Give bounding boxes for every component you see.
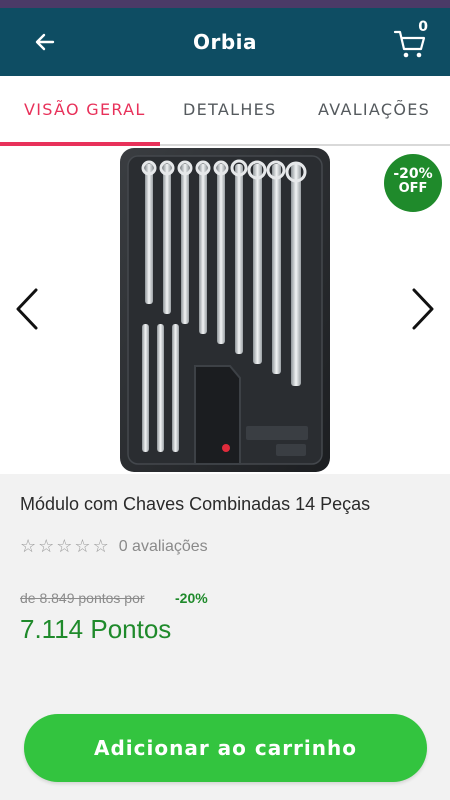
- product-tabs: VISÃO GERAL DETALHES AVALIAÇÕES: [0, 76, 450, 146]
- carousel-next-button[interactable]: [408, 286, 438, 332]
- tab-reviews[interactable]: AVALIAÇÕES: [318, 100, 430, 119]
- status-bar: [0, 0, 450, 8]
- review-count: 0 avaliações: [118, 537, 208, 555]
- star-outline-icon: ☆: [38, 536, 55, 556]
- cart-count-badge: 0: [418, 19, 428, 35]
- star-outline-icon: ☆: [56, 536, 73, 556]
- product-image: [120, 148, 330, 472]
- old-price: de 8.849 pontos por: [20, 590, 145, 606]
- product-title: Módulo com Chaves Combinadas 14 Peças: [20, 494, 371, 514]
- product-info: Módulo com Chaves Combinadas 14 Peças ☆ …: [0, 474, 450, 800]
- brand-logo: Orbia: [192, 30, 258, 54]
- discount-badge: -20% OFF: [384, 154, 442, 212]
- tab-overview[interactable]: VISÃO GERAL: [24, 100, 146, 119]
- star-outline-icon: ☆: [74, 536, 91, 556]
- chevron-right-icon: [412, 288, 434, 330]
- carousel-prev-button[interactable]: [12, 286, 42, 332]
- chevron-left-icon: [16, 288, 38, 330]
- add-to-cart-button[interactable]: Adicionar ao carrinho: [24, 714, 427, 782]
- price-discount: -20%: [175, 590, 208, 606]
- star-outline-icon: ☆: [92, 536, 109, 556]
- discount-badge-off: OFF: [398, 180, 428, 196]
- product-image-carousel[interactable]: -20% OFF: [0, 146, 450, 474]
- discount-badge-percent: -20%: [393, 166, 433, 182]
- current-price: 7.114 Pontos: [20, 614, 172, 644]
- app-header: Orbia 0: [0, 8, 450, 76]
- tab-details[interactable]: DETALHES: [183, 100, 277, 119]
- cart-button[interactable]: 0: [392, 19, 432, 62]
- rating-row[interactable]: ☆ ☆ ☆ ☆ ☆ 0 avaliações: [20, 536, 208, 557]
- star-outline-icon: ☆: [20, 536, 37, 556]
